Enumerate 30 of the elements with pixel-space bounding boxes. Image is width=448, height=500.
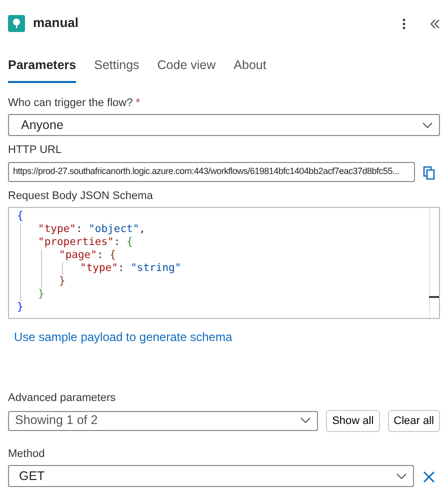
field-label: Request Body JSON Schema (8, 188, 154, 204)
chevron-down-icon (396, 472, 407, 480)
field-label: Advanced parameters (8, 391, 117, 406)
advanced-parameters-dropdown[interactable]: Showing 1 of 2 (8, 410, 318, 431)
code-editor[interactable]: { "type": "object", "properties": { "page": { "type": "string" } } } (8, 207, 440, 320)
clear-all-button[interactable]: Clear all (388, 410, 440, 432)
tab[interactable]: Parameters (8, 56, 76, 83)
tab[interactable]: Settings (94, 56, 140, 83)
field-label: Method (8, 446, 46, 462)
chevron-down-icon (422, 122, 433, 129)
field-label: Who can trigger the flow? * (8, 96, 142, 111)
code-line: } (59, 275, 66, 288)
chevron-down-icon (300, 417, 312, 424)
app-logo-icon (8, 14, 25, 32)
url-field[interactable]: https://prod-27.southafricanorth.logic.azure.com:443/workflows/619814bfc1404bb2acf7eac37d8bfc55... (8, 162, 415, 182)
method-dropdown[interactable]: GET (8, 465, 414, 488)
tab[interactable]: Code view (157, 56, 216, 83)
code-line: } (38, 288, 44, 302)
generate-schema-link[interactable]: Use sample payload to generate schema (14, 330, 232, 344)
trigger-dropdown[interactable]: Anyone (8, 114, 440, 136)
card-title: manual (33, 14, 79, 32)
code-line: "type": "string" (80, 262, 182, 276)
code-line: } (17, 301, 24, 314)
field-label: HTTP URL (8, 143, 63, 158)
code-line: "properties": { (38, 236, 133, 250)
code-line: "type": "object", (38, 223, 146, 236)
code-line: { (17, 210, 24, 224)
show-all-button[interactable]: Show all (326, 410, 380, 432)
tab[interactable]: About (234, 56, 266, 83)
code-line: "page": { (59, 249, 116, 262)
